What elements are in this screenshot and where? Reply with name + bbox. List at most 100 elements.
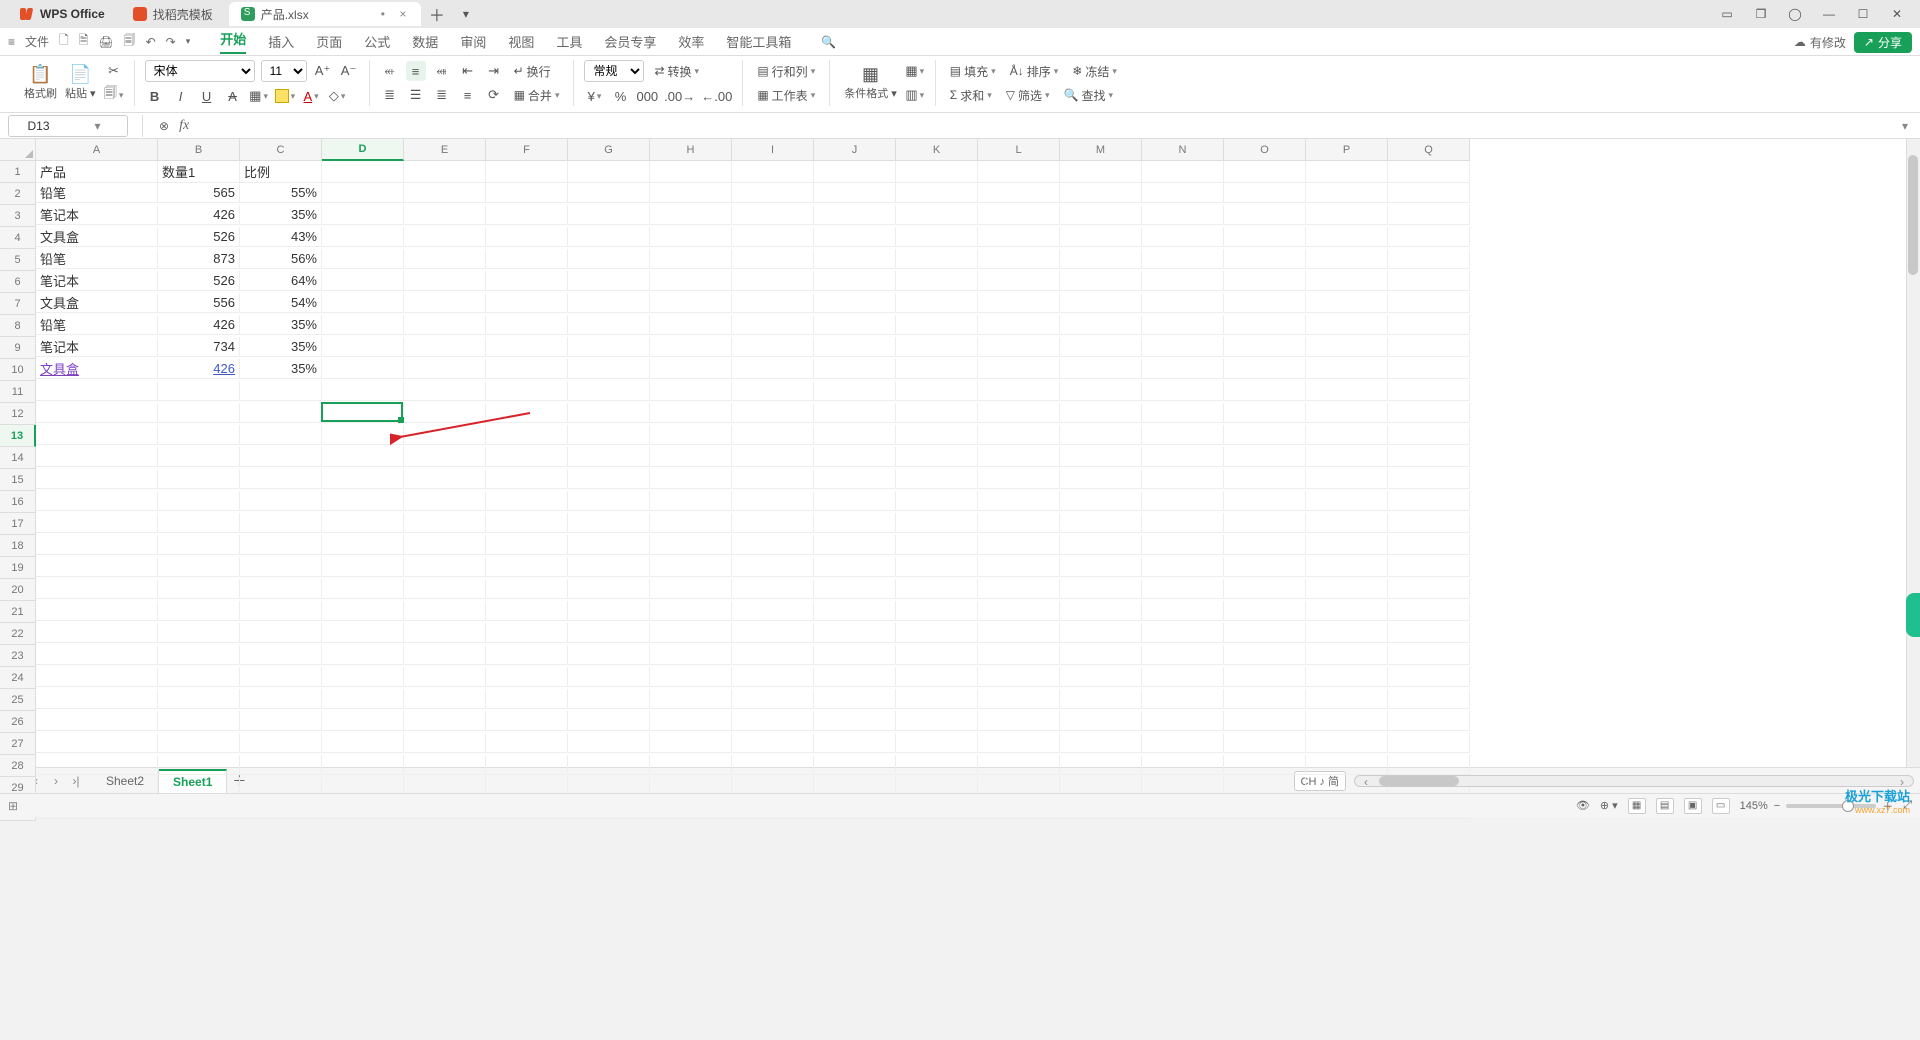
cell-P22[interactable] xyxy=(1306,623,1388,643)
cell-E23[interactable] xyxy=(404,645,486,665)
column-header-K[interactable]: K xyxy=(896,139,978,161)
cell-G15[interactable] xyxy=(568,469,650,489)
cell-M8[interactable] xyxy=(1060,315,1142,335)
cell-L13[interactable] xyxy=(978,425,1060,445)
cell-A5[interactable]: 铅笔 xyxy=(36,249,158,269)
cell-L4[interactable] xyxy=(978,227,1060,247)
cell-Q20[interactable] xyxy=(1388,579,1470,599)
row-header-21[interactable]: 21 xyxy=(0,601,36,623)
fill-color-icon[interactable] xyxy=(275,86,296,106)
window-minimize-button[interactable]: — xyxy=(1812,2,1846,26)
cell-A6[interactable]: 笔记本 xyxy=(36,271,158,291)
cell-P5[interactable] xyxy=(1306,249,1388,269)
align-justify-icon[interactable]: ≡ xyxy=(458,85,478,105)
cell-C17[interactable] xyxy=(240,513,322,533)
cell-E13[interactable] xyxy=(404,425,486,445)
row-header-5[interactable]: 5 xyxy=(0,249,36,271)
cell-H7[interactable] xyxy=(650,293,732,313)
cell-D26[interactable] xyxy=(322,711,404,731)
cell-K18[interactable] xyxy=(896,535,978,555)
cell-I24[interactable] xyxy=(732,667,814,687)
tab-insert[interactable]: 插入 xyxy=(268,32,294,51)
cell-B21[interactable] xyxy=(158,601,240,621)
cell-F11[interactable] xyxy=(486,381,568,401)
cell-L27[interactable] xyxy=(978,733,1060,753)
eye-icon[interactable]: 👁 xyxy=(1576,799,1590,812)
cell-H28[interactable] xyxy=(650,755,732,775)
cell-D18[interactable] xyxy=(322,535,404,555)
zoom-out-icon[interactable]: − xyxy=(1774,800,1780,812)
file-menu[interactable]: 文件 xyxy=(25,33,49,50)
print-preview-icon[interactable]: 🗐 xyxy=(124,31,136,52)
cell-F14[interactable] xyxy=(486,447,568,467)
cell-H16[interactable] xyxy=(650,491,732,511)
cell-J18[interactable] xyxy=(814,535,896,555)
align-middle-icon[interactable]: ≡ xyxy=(406,61,426,81)
view-break-icon[interactable]: ▣ xyxy=(1684,798,1702,814)
row-header-14[interactable]: 14 xyxy=(0,447,36,469)
cell-Q5[interactable] xyxy=(1388,249,1470,269)
cell-O9[interactable] xyxy=(1224,337,1306,357)
cell-E16[interactable] xyxy=(404,491,486,511)
cell-Q23[interactable] xyxy=(1388,645,1470,665)
cell-H10[interactable] xyxy=(650,359,732,379)
cell-J24[interactable] xyxy=(814,667,896,687)
cell-N18[interactable] xyxy=(1142,535,1224,555)
decrease-font-icon[interactable]: A⁻ xyxy=(339,61,359,81)
cell-Q28[interactable] xyxy=(1388,755,1470,775)
cell-Q27[interactable] xyxy=(1388,733,1470,753)
row-header-1[interactable]: 1 xyxy=(0,161,36,183)
cell-Q1[interactable] xyxy=(1388,161,1470,183)
cell-M21[interactable] xyxy=(1060,601,1142,621)
cell-N26[interactable] xyxy=(1142,711,1224,731)
cell-E1[interactable] xyxy=(404,161,486,183)
cell-L28[interactable] xyxy=(978,755,1060,775)
cell-K20[interactable] xyxy=(896,579,978,599)
cell-H26[interactable] xyxy=(650,711,732,731)
cell-D17[interactable] xyxy=(322,513,404,533)
cell-I7[interactable] xyxy=(732,293,814,313)
cell-P19[interactable] xyxy=(1306,557,1388,577)
cell-F10[interactable] xyxy=(486,359,568,379)
template-tab[interactable]: 找稻壳模板 xyxy=(121,2,225,26)
column-header-H[interactable]: H xyxy=(650,139,732,161)
cell-A16[interactable] xyxy=(36,491,158,511)
view-page-icon[interactable]: ▤ xyxy=(1656,798,1674,814)
cell-L7[interactable] xyxy=(978,293,1060,313)
currency-icon[interactable]: ¥ xyxy=(584,86,604,106)
cell-P26[interactable] xyxy=(1306,711,1388,731)
cell-N16[interactable] xyxy=(1142,491,1224,511)
cell-G24[interactable] xyxy=(568,667,650,687)
status-mode-icon[interactable]: ⊞ xyxy=(8,799,18,813)
cell-Q21[interactable] xyxy=(1388,601,1470,621)
formula-input[interactable] xyxy=(189,115,1896,137)
cell-C4[interactable]: 43% xyxy=(240,227,322,247)
cell-F22[interactable] xyxy=(486,623,568,643)
cell-G4[interactable] xyxy=(568,227,650,247)
column-header-I[interactable]: I xyxy=(732,139,814,161)
cell-G5[interactable] xyxy=(568,249,650,269)
cell-B23[interactable] xyxy=(158,645,240,665)
cell-C8[interactable]: 35% xyxy=(240,315,322,335)
cell-J21[interactable] xyxy=(814,601,896,621)
cell-F9[interactable] xyxy=(486,337,568,357)
cell-C26[interactable] xyxy=(240,711,322,731)
app-tab[interactable]: WPS Office xyxy=(6,2,117,26)
cell-O17[interactable] xyxy=(1224,513,1306,533)
cell-J6[interactable] xyxy=(814,271,896,291)
cell-F20[interactable] xyxy=(486,579,568,599)
cell-O20[interactable] xyxy=(1224,579,1306,599)
user-avatar-icon[interactable]: ◯ xyxy=(1778,2,1812,26)
cell-G1[interactable] xyxy=(568,161,650,183)
cell-N9[interactable] xyxy=(1142,337,1224,357)
cell-L3[interactable] xyxy=(978,205,1060,225)
cell-E17[interactable] xyxy=(404,513,486,533)
cell-I17[interactable] xyxy=(732,513,814,533)
zoom-slider[interactable] xyxy=(1786,804,1876,808)
cell-style-icon[interactable]: ▦ xyxy=(905,61,925,81)
cell-M16[interactable] xyxy=(1060,491,1142,511)
cell-O11[interactable] xyxy=(1224,381,1306,401)
cell-C10[interactable]: 35% xyxy=(240,359,322,379)
cell-A26[interactable] xyxy=(36,711,158,731)
new-tab-button[interactable]: ＋ xyxy=(425,2,449,26)
